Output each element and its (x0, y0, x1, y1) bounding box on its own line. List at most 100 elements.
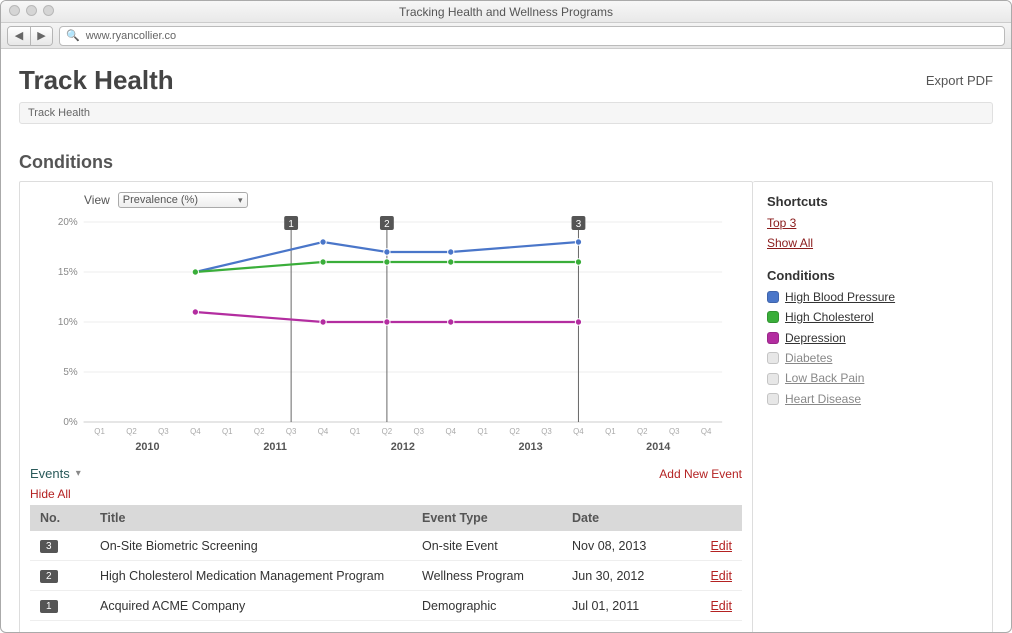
svg-text:2012: 2012 (391, 441, 415, 453)
svg-text:15%: 15% (58, 267, 78, 278)
condition-label[interactable]: Heart Disease (785, 389, 861, 409)
svg-text:5%: 5% (63, 367, 77, 378)
event-type: Demographic (412, 591, 562, 621)
svg-text:2013: 2013 (518, 441, 542, 453)
browser-toolbar: ◀ ▶ 🔍 www.ryancollier.co (1, 23, 1011, 49)
shortcuts-heading: Shortcuts (767, 194, 978, 209)
condition-item[interactable]: Diabetes (767, 348, 978, 368)
window-titlebar: Tracking Health and Wellness Programs (1, 1, 1011, 23)
events-table: No. Title Event Type Date 3On-Site Biome… (30, 505, 742, 621)
svg-text:Q3: Q3 (414, 427, 425, 436)
edit-link[interactable]: Edit (710, 569, 732, 583)
svg-text:Q3: Q3 (669, 427, 680, 436)
table-row: 1 Acquired ACME CompanyDemographicJul 01,… (30, 591, 742, 621)
table-row: 3On-Site Biometric ScreeningOn-site Even… (30, 531, 742, 561)
event-type: On-site Event (412, 531, 562, 561)
line-chart: 0%5%10%15%20%Q1Q2Q3Q42010Q1Q2Q3Q42011Q1Q… (50, 212, 732, 462)
chevron-down-icon: ▾ (76, 468, 81, 479)
event-title: On-Site Biometric Screening (90, 531, 412, 561)
side-panel: Shortcuts Top 3 Show All Conditions High… (753, 181, 993, 632)
svg-text:20%: 20% (58, 217, 78, 228)
export-pdf-link[interactable]: Export PDF (926, 73, 993, 88)
color-swatch-icon (767, 332, 779, 344)
svg-text:Q4: Q4 (701, 427, 712, 436)
color-swatch-icon (767, 291, 779, 303)
svg-text:Q1: Q1 (605, 427, 616, 436)
page-title: Track Health (19, 65, 174, 96)
svg-text:Q1: Q1 (477, 427, 488, 436)
svg-text:Q2: Q2 (509, 427, 520, 436)
back-button[interactable]: ◀ (8, 27, 30, 45)
chart-panel: View Prevalence (%) ▾ 0% 5% 10% 15% 20% Q1 Q2 Q… (19, 181, 753, 632)
shortcut-top3[interactable]: Top 3 (767, 213, 978, 233)
search-icon: 🔍 (66, 29, 80, 42)
zoom-icon[interactable] (43, 5, 54, 16)
color-swatch-icon (767, 352, 779, 364)
col-date: Date (562, 505, 692, 531)
event-date: Nov 08, 2013 (562, 531, 692, 561)
window-controls[interactable] (9, 5, 54, 16)
event-title: Acquired ACME Company (90, 591, 412, 621)
color-swatch-icon (767, 311, 779, 323)
event-number-badge: 2 (40, 570, 58, 583)
breadcrumb[interactable]: Track Health (19, 102, 993, 124)
svg-text:10%: 10% (58, 317, 78, 328)
chevron-down-icon: ▾ (238, 195, 243, 206)
svg-text:Q1: Q1 (350, 427, 361, 436)
svg-text:2: 2 (384, 219, 390, 230)
svg-text:Q1: Q1 (222, 427, 233, 436)
svg-text:3: 3 (576, 219, 582, 230)
add-event-link[interactable]: Add New Event (659, 467, 742, 481)
condition-item[interactable]: Depression (767, 328, 978, 348)
svg-text:Q2: Q2 (382, 427, 393, 436)
svg-text:1: 1 (288, 219, 294, 230)
event-date: Jul 01, 2011 (562, 591, 692, 621)
url-bar[interactable]: 🔍 www.ryancollier.co (59, 26, 1005, 46)
svg-text:Q4: Q4 (318, 427, 329, 436)
view-label: View (84, 193, 110, 207)
color-swatch-icon (767, 393, 779, 405)
condition-label[interactable]: Depression (785, 328, 846, 348)
view-select[interactable]: Prevalence (%) ▾ (118, 192, 248, 208)
col-title: Title (90, 505, 412, 531)
close-icon[interactable] (9, 5, 20, 16)
condition-item[interactable]: Heart Disease (767, 389, 978, 409)
event-number-badge: 1 (40, 600, 58, 613)
edit-link[interactable]: Edit (710, 539, 732, 553)
section-title: Conditions (19, 152, 993, 173)
svg-text:0%: 0% (63, 417, 77, 428)
condition-item[interactable]: High Blood Pressure (767, 287, 978, 307)
svg-text:2014: 2014 (646, 441, 671, 453)
svg-text:Q2: Q2 (637, 427, 648, 436)
col-edit (692, 505, 742, 531)
svg-text:Q1: Q1 (94, 427, 105, 436)
svg-text:Q2: Q2 (126, 427, 137, 436)
svg-text:Q3: Q3 (286, 427, 297, 436)
svg-text:Q4: Q4 (573, 427, 584, 436)
events-toggle[interactable]: Events ▾ (30, 466, 81, 481)
svg-text:Q2: Q2 (254, 427, 265, 436)
svg-text:Q3: Q3 (541, 427, 552, 436)
condition-label[interactable]: High Cholesterol (785, 307, 874, 327)
svg-text:Q4: Q4 (445, 427, 456, 436)
svg-text:Q3: Q3 (158, 427, 169, 436)
forward-button[interactable]: ▶ (30, 27, 52, 45)
edit-link[interactable]: Edit (710, 599, 732, 613)
svg-text:2011: 2011 (263, 441, 287, 453)
col-type: Event Type (412, 505, 562, 531)
minimize-icon[interactable] (26, 5, 37, 16)
condition-label[interactable]: Diabetes (785, 348, 832, 368)
condition-label[interactable]: High Blood Pressure (785, 287, 895, 307)
hide-all-link[interactable]: Hide All (30, 487, 742, 501)
url-text: www.ryancollier.co (86, 30, 176, 42)
svg-text:Q4: Q4 (190, 427, 201, 436)
condition-label[interactable]: Low Back Pain (785, 368, 864, 388)
condition-item[interactable]: High Cholesterol (767, 307, 978, 327)
table-row: 2 High Cholesterol Medication Management … (30, 561, 742, 591)
condition-item[interactable]: Low Back Pain (767, 368, 978, 388)
event-title: High Cholesterol Medication Management P… (90, 561, 412, 591)
col-no: No. (30, 505, 90, 531)
window-title: Tracking Health and Wellness Programs (399, 5, 613, 19)
shortcut-showall[interactable]: Show All (767, 233, 978, 253)
color-swatch-icon (767, 373, 779, 385)
